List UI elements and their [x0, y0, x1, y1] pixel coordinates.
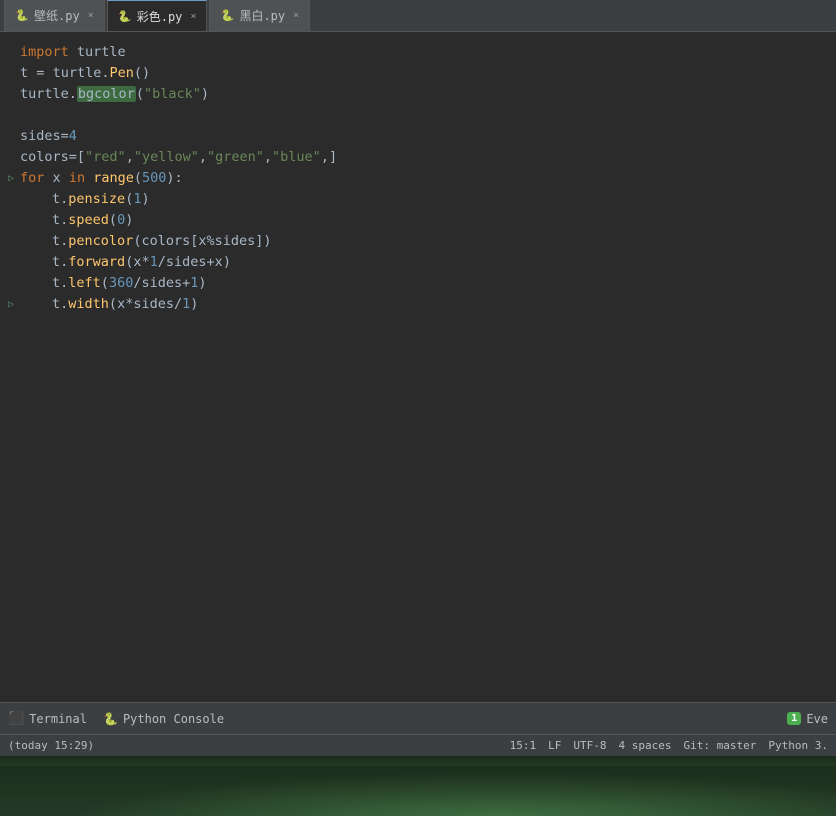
eve-badge: 1 [787, 712, 801, 725]
status-bar: (today 15:29) 15:1 LF UTF-8 4 spaces Git… [0, 734, 836, 756]
py-file-icon-green: 🐍 [118, 9, 132, 23]
code-content: t.forward(x*1/sides+x) [52, 252, 231, 273]
code-content: t.speed(0) [52, 210, 133, 231]
code-content: t.width(x*sides/1) [52, 294, 198, 315]
code-line [8, 105, 836, 126]
bottom-toolbar: ⬛ Terminal 🐍 Python Console 1 Eve [0, 702, 836, 734]
code-content: for x in range(500): [20, 168, 183, 189]
status-vcs[interactable]: Git: master [684, 739, 757, 752]
code-content: colors=["red","yellow","green","blue",] [20, 147, 337, 168]
terminal-label: Terminal [29, 712, 87, 726]
eve-tool[interactable]: 1 Eve [787, 712, 828, 726]
tab-colorful-label: 彩色.py [137, 8, 183, 25]
code-line: sides=4 [8, 126, 836, 147]
code-line: t.forward(x*1/sides+x) [8, 252, 836, 273]
gutter-icon: ▷ [8, 297, 20, 313]
python-console-icon: 🐍 [103, 712, 118, 726]
tab-wallpaper-close[interactable]: × [88, 10, 94, 21]
eve-label: Eve [806, 712, 828, 726]
status-position[interactable]: 15:1 [510, 739, 537, 752]
terminal-icon: ⬛ [8, 711, 24, 726]
status-left: (today 15:29) [8, 739, 94, 752]
tab-blackwhite[interactable]: 🐍 黑白.py × [209, 0, 310, 31]
py-file-icon-bw: 🐍 [220, 9, 234, 23]
tab-blackwhite-close[interactable]: × [293, 10, 299, 21]
code-content: t.pencolor(colors[x%sides]) [52, 231, 272, 252]
gutter-icon: ▷ [8, 171, 20, 187]
status-indent[interactable]: 4 spaces [619, 739, 672, 752]
code-content: t.pensize(1) [52, 189, 150, 210]
tab-colorful-close[interactable]: × [190, 11, 196, 22]
code-content: t.left(360/sides+1) [52, 273, 207, 294]
code-line: ▷ t.width(x*sides/1) [8, 294, 836, 315]
code-line: t.left(360/sides+1) [8, 273, 836, 294]
tab-wallpaper[interactable]: 🐍 壁纸.py × [4, 0, 105, 31]
wallpaper-strip [0, 756, 836, 816]
code-line: colors=["red","yellow","green","blue",] [8, 147, 836, 168]
code-editor[interactable]: import turtlet = turtle.Pen()turtle.bgco… [0, 32, 836, 702]
code-line: t.pensize(1) [8, 189, 836, 210]
python-console-tool[interactable]: 🐍 Python Console [103, 712, 224, 726]
editor-area: import turtlet = turtle.Pen()turtle.bgco… [0, 32, 836, 702]
code-line: ▷for x in range(500): [8, 168, 836, 189]
status-right: 15:1 LF UTF-8 4 spaces Git: master Pytho… [510, 739, 828, 752]
tab-wallpaper-label: 壁纸.py [34, 7, 80, 24]
code-content: import turtle [20, 42, 126, 63]
code-content: turtle.bgcolor("black") [20, 84, 209, 105]
code-line: t.pencolor(colors[x%sides]) [8, 231, 836, 252]
status-python[interactable]: Python 3. [768, 739, 828, 752]
code-line: turtle.bgcolor("black") [8, 84, 836, 105]
code-content: sides=4 [20, 126, 77, 147]
status-timestamp: (today 15:29) [8, 739, 94, 752]
code-line: import turtle [8, 42, 836, 63]
status-encoding[interactable]: UTF-8 [573, 739, 606, 752]
terminal-tool[interactable]: ⬛ Terminal [8, 711, 87, 726]
py-file-icon: 🐍 [15, 9, 29, 23]
tab-bar: 🐍 壁纸.py × 🐍 彩色.py × 🐍 黑白.py × [0, 0, 836, 32]
code-content: t = turtle.Pen() [20, 63, 150, 84]
code-line: t = turtle.Pen() [8, 63, 836, 84]
python-console-label: Python Console [123, 712, 224, 726]
code-line: t.speed(0) [8, 210, 836, 231]
tab-blackwhite-label: 黑白.py [239, 7, 285, 24]
status-line-ending[interactable]: LF [548, 739, 561, 752]
tab-colorful[interactable]: 🐍 彩色.py × [107, 0, 208, 31]
